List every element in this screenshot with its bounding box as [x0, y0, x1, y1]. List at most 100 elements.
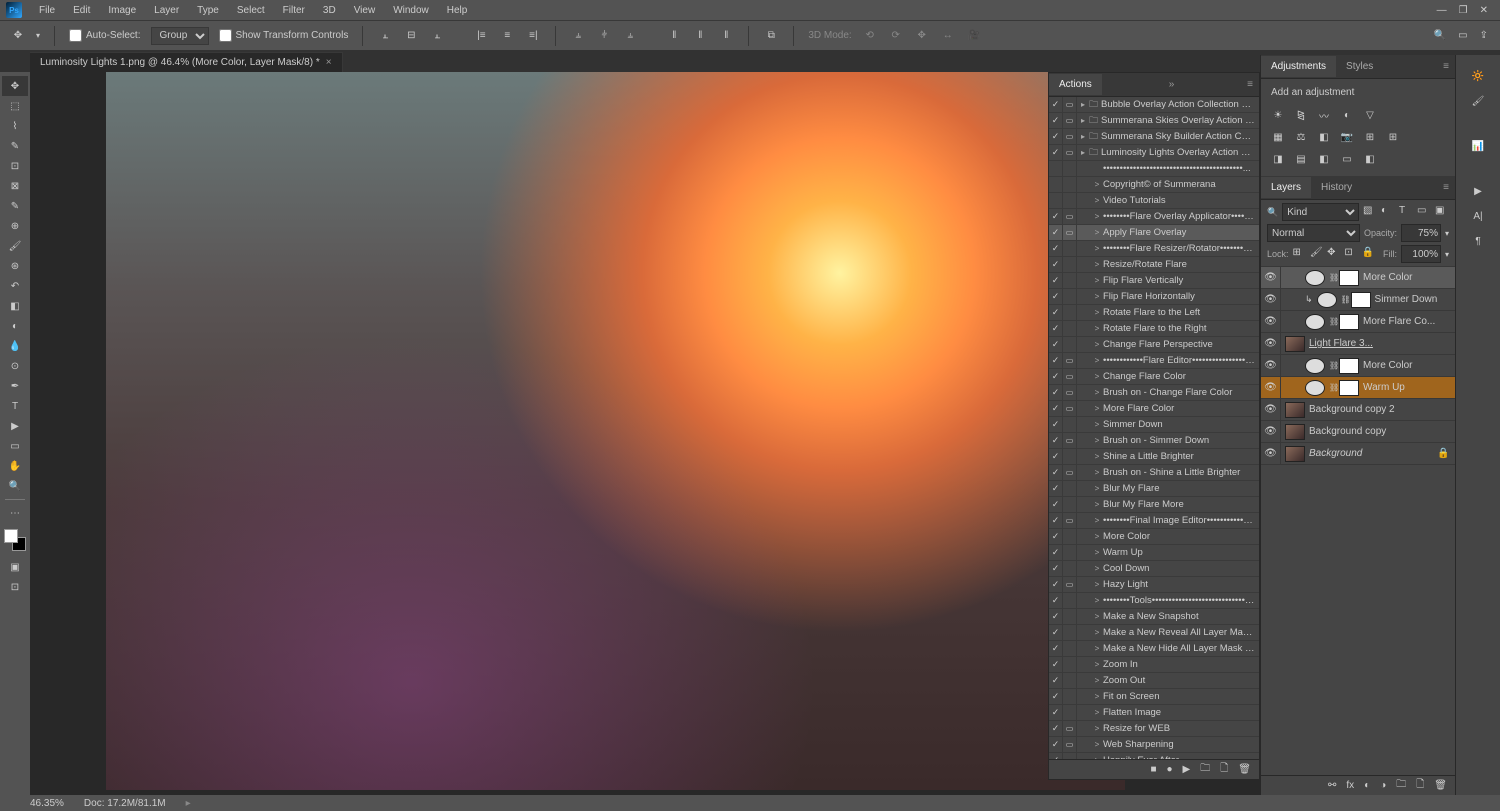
action-item[interactable]: ✓▭>More Flare Color [1049, 401, 1259, 417]
path-select-tool[interactable]: ▶ [2, 416, 28, 436]
action-item[interactable]: ✓>Make a New Reveal All Layer Mask (W... [1049, 625, 1259, 641]
blur-tool[interactable]: 💧 [2, 336, 28, 356]
action-item[interactable]: >Copyright© of Summerana [1049, 177, 1259, 193]
bw-icon[interactable]: ◧ [1315, 128, 1333, 146]
action-item[interactable]: ✓>Flatten Image [1049, 705, 1259, 721]
menu-help[interactable]: Help [438, 3, 477, 18]
hand-tool[interactable]: ✋ [2, 456, 28, 476]
filter-shape-icon[interactable]: ▭ [1417, 205, 1431, 219]
action-item[interactable]: ✓▭>Brush on - Shine a Little Brighter [1049, 465, 1259, 481]
history-tab[interactable]: History [1311, 177, 1362, 198]
show-transform-checkbox[interactable]: Show Transform Controls [219, 29, 349, 42]
align-top-icon[interactable]: ⫠ [377, 28, 393, 44]
histogram-icon[interactable]: 📊 [1472, 141, 1484, 152]
menu-image[interactable]: Image [99, 3, 145, 18]
adjustments-menu-icon[interactable]: ≡ [1437, 61, 1455, 72]
layer-filter-kind[interactable]: Kind [1282, 203, 1359, 221]
brightness-icon[interactable]: ☀ [1269, 106, 1287, 124]
menu-view[interactable]: View [345, 3, 385, 18]
history-brush-tool[interactable]: ↶ [2, 276, 28, 296]
edit-toolbar[interactable]: ⋯ [2, 503, 28, 523]
brush-tool[interactable]: 🖌 [2, 236, 28, 256]
action-folder[interactable]: ✓▭▸🗀Bubble Overlay Action Collection by … [1049, 97, 1259, 113]
minimize-icon[interactable]: — [1437, 5, 1447, 16]
move-tool[interactable]: ✥ [2, 76, 28, 96]
actions-tab[interactable]: Actions [1049, 74, 1102, 95]
exposure-icon[interactable]: ◐ [1338, 106, 1356, 124]
color-picker-icon[interactable]: 🔆 [1472, 71, 1484, 82]
action-item[interactable]: ••••••••••••••••••••••••••••••••••••••••… [1049, 161, 1259, 177]
levels-icon[interactable]: ⧎ [1292, 106, 1310, 124]
visibility-icon[interactable]: 👁 [1261, 289, 1281, 310]
visibility-icon[interactable]: 👁 [1261, 399, 1281, 420]
trash-icon[interactable]: 🗑 [1238, 764, 1251, 775]
menu-filter[interactable]: Filter [274, 3, 314, 18]
action-item[interactable]: ✓>Warm Up [1049, 545, 1259, 561]
action-item[interactable]: ✓>Make a New Hide All Layer Mask (Black) [1049, 641, 1259, 657]
action-item[interactable]: ✓>••••••••Flare Resizer/Rotator•••••••••… [1049, 241, 1259, 257]
fg-color[interactable] [4, 529, 18, 543]
menu-3d[interactable]: 3D [314, 3, 345, 18]
play-icon[interactable]: ▶ [1183, 764, 1191, 775]
canvas-image[interactable] [106, 72, 1125, 790]
layer-row[interactable]: 👁↳⛓Simmer Down [1261, 289, 1455, 311]
color-swatches[interactable] [4, 529, 26, 551]
lock-all-icon[interactable]: 🔒 [1362, 247, 1375, 261]
action-folder[interactable]: ✓▭▸🗀Summerana Skies Overlay Action Coll.… [1049, 113, 1259, 129]
actions-list[interactable]: ✓▭▸🗀Bubble Overlay Action Collection by … [1049, 97, 1259, 759]
3d-roll-icon[interactable]: ⟳ [888, 28, 904, 44]
action-item[interactable]: ✓▭>Hazy Light [1049, 577, 1259, 593]
visibility-icon[interactable]: 👁 [1261, 267, 1281, 288]
layer-row[interactable]: 👁⛓Warm Up [1261, 377, 1455, 399]
action-item[interactable]: ✓>Cool Down [1049, 561, 1259, 577]
channel-mixer-icon[interactable]: ⊞ [1361, 128, 1379, 146]
layer-row[interactable]: 👁Background🔒 [1261, 443, 1455, 465]
play-action-icon[interactable]: ▶ [1474, 186, 1482, 197]
clone-tool[interactable]: ⊛ [2, 256, 28, 276]
action-item[interactable]: ✓>Make a New Snapshot [1049, 609, 1259, 625]
fill-input[interactable] [1401, 245, 1441, 263]
shape-tool[interactable]: ▭ [2, 436, 28, 456]
new-layer-icon[interactable]: 🗋 [1416, 777, 1424, 794]
type-tool[interactable]: T [2, 396, 28, 416]
character-icon[interactable]: A| [1473, 211, 1482, 222]
gradient-tool[interactable]: ◐ [2, 316, 28, 336]
layer-row[interactable]: 👁Background copy [1261, 421, 1455, 443]
align-left-icon[interactable]: |≡ [473, 28, 489, 44]
visibility-icon[interactable]: 👁 [1261, 311, 1281, 332]
3d-orbit-icon[interactable]: ⟲ [862, 28, 878, 44]
visibility-icon[interactable]: 👁 [1261, 333, 1281, 354]
action-item[interactable]: ✓>Change Flare Perspective [1049, 337, 1259, 353]
auto-select-dropdown[interactable]: Group [151, 27, 209, 45]
menu-file[interactable]: File [30, 3, 64, 18]
distribute-top-icon[interactable]: ⫨ [570, 28, 586, 44]
posterize-icon[interactable]: ▤ [1292, 150, 1310, 168]
marquee-tool[interactable]: ⬚ [2, 96, 28, 116]
adjustments-tab[interactable]: Adjustments [1261, 56, 1336, 77]
status-zoom[interactable]: 46.35% [30, 798, 64, 809]
tab-close-icon[interactable]: × [326, 57, 332, 68]
align-vcenter-icon[interactable]: ⊟ [403, 28, 419, 44]
delete-layer-icon[interactable]: 🗑 [1434, 780, 1447, 791]
screen-mode-icon[interactable]: ⊡ [2, 577, 28, 597]
document-tab[interactable]: Luminosity Lights 1.png @ 46.4% (More Co… [30, 52, 343, 72]
new-action-icon[interactable]: 🗋 [1220, 761, 1228, 778]
lock-position-icon[interactable]: ✥ [1327, 247, 1340, 261]
pen-tool[interactable]: ✒ [2, 376, 28, 396]
action-item[interactable]: ✓>Fit on Screen [1049, 689, 1259, 705]
action-item[interactable]: ✓▭>Apply Flare Overlay [1049, 225, 1259, 241]
layer-row[interactable]: 👁⛓More Flare Co... [1261, 311, 1455, 333]
gradient-map-icon[interactable]: ▭ [1338, 150, 1356, 168]
quick-mask-icon[interactable]: ▣ [2, 557, 28, 577]
stop-icon[interactable]: ■ [1150, 764, 1156, 775]
threshold-icon[interactable]: ◧ [1315, 150, 1333, 168]
invert-icon[interactable]: ◨ [1269, 150, 1287, 168]
action-item[interactable]: ✓>Simmer Down [1049, 417, 1259, 433]
color-balance-icon[interactable]: ⚖ [1292, 128, 1310, 146]
action-item[interactable]: ✓▭>Resize for WEB [1049, 721, 1259, 737]
layer-fx-icon[interactable]: fx [1346, 780, 1354, 791]
distribute-right-icon[interactable]: ‖ [718, 28, 734, 44]
filter-adjust-icon[interactable]: ◐ [1381, 205, 1395, 219]
photo-filter-icon[interactable]: 📷 [1338, 128, 1356, 146]
align-hcenter-icon[interactable]: ≡ [499, 28, 515, 44]
